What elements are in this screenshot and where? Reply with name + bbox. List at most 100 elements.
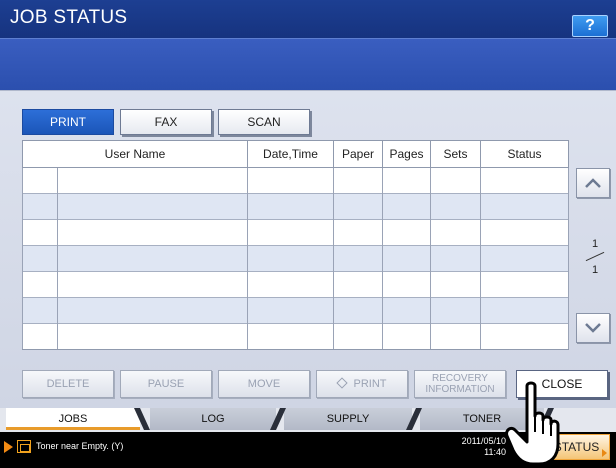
tab-supply-label: SUPPLY bbox=[326, 413, 370, 425]
tab-divider bbox=[270, 408, 286, 430]
status-bar: Toner near Empty. (Y) 2011/05/10 11:40 S… bbox=[0, 432, 616, 468]
tab-print-label: PRINT bbox=[50, 115, 86, 129]
toner-icon bbox=[17, 440, 31, 453]
table-cell bbox=[247, 167, 334, 194]
table-cell bbox=[57, 271, 248, 298]
column-header-sets[interactable]: Sets bbox=[430, 140, 481, 168]
scroll-down-button[interactable] bbox=[576, 313, 610, 343]
table-cell bbox=[57, 167, 248, 194]
column-header-status[interactable]: Status bbox=[480, 140, 569, 168]
close-button[interactable]: CLOSE bbox=[516, 370, 608, 398]
clock-time: 11:40 bbox=[484, 447, 506, 457]
bottom-tab-bar: JOBS LOG SUPPLY TONER bbox=[0, 408, 616, 432]
column-header-user-name[interactable]: User Name bbox=[22, 140, 248, 168]
table-cell bbox=[333, 167, 383, 194]
table-cell bbox=[57, 193, 248, 220]
table-cell bbox=[57, 297, 248, 324]
print-button-label: PRINT bbox=[353, 378, 387, 390]
table-cell bbox=[480, 219, 569, 246]
table-row[interactable] bbox=[22, 297, 569, 324]
message-bar bbox=[0, 38, 616, 90]
table-cell bbox=[480, 297, 569, 324]
current-page: 1 bbox=[591, 238, 599, 250]
recovery-label-line2: INFORMATION bbox=[425, 384, 495, 395]
table-cell bbox=[480, 245, 569, 272]
table-cell bbox=[247, 271, 334, 298]
table-cell bbox=[480, 323, 569, 350]
tab-fax-label: FAX bbox=[154, 115, 178, 129]
table-row[interactable] bbox=[22, 271, 569, 298]
tab-scan-label: SCAN bbox=[247, 115, 281, 129]
recovery-label-line1: RECOVERY bbox=[432, 373, 488, 384]
tab-divider bbox=[134, 408, 150, 430]
chevron-down-icon bbox=[585, 323, 601, 333]
table-cell bbox=[430, 245, 481, 272]
table-cell bbox=[247, 323, 334, 350]
table-cell bbox=[382, 193, 431, 220]
table-cell bbox=[22, 219, 58, 246]
move-button[interactable]: MOVE bbox=[218, 370, 310, 398]
table-cell bbox=[430, 323, 481, 350]
table-cell bbox=[382, 167, 431, 194]
table-cell bbox=[480, 271, 569, 298]
table-cell bbox=[430, 271, 481, 298]
tab-jobs[interactable]: JOBS bbox=[6, 408, 140, 430]
diamond-icon bbox=[335, 377, 348, 389]
tab-supply[interactable]: SUPPLY bbox=[284, 408, 412, 430]
table-row[interactable] bbox=[22, 219, 569, 246]
delete-button[interactable]: DELETE bbox=[22, 370, 114, 398]
table-row[interactable] bbox=[22, 245, 569, 272]
tab-fax[interactable]: FAX bbox=[120, 109, 212, 135]
column-header-pages[interactable]: Pages bbox=[382, 140, 431, 168]
tab-print[interactable]: PRINT bbox=[22, 109, 114, 135]
table-cell bbox=[247, 219, 334, 246]
job-table: User Name Date,Time Paper Pages Sets Sta… bbox=[22, 140, 569, 350]
status-button[interactable]: STATUS bbox=[543, 434, 610, 460]
print-button[interactable]: PRINT bbox=[316, 370, 408, 398]
total-pages: 1 bbox=[591, 264, 599, 276]
chevron-up-icon bbox=[585, 178, 601, 188]
tab-toner-label: TONER bbox=[462, 413, 502, 425]
table-cell bbox=[333, 323, 383, 350]
tab-divider bbox=[538, 408, 554, 430]
recovery-information-button[interactable]: RECOVERY INFORMATION bbox=[414, 370, 506, 398]
table-cell bbox=[247, 297, 334, 324]
table-header-row: User Name Date,Time Paper Pages Sets Sta… bbox=[22, 140, 569, 168]
table-row[interactable] bbox=[22, 193, 569, 220]
column-header-date-time[interactable]: Date,Time bbox=[247, 140, 334, 168]
table-cell bbox=[333, 297, 383, 324]
status-arrow-icon bbox=[602, 449, 607, 457]
table-cell bbox=[480, 193, 569, 220]
help-button[interactable]: ? bbox=[572, 15, 608, 37]
tab-log-label: LOG bbox=[201, 413, 225, 425]
table-cell bbox=[57, 219, 248, 246]
table-cell bbox=[333, 271, 383, 298]
tab-toner[interactable]: TONER bbox=[420, 408, 544, 430]
table-cell bbox=[22, 245, 58, 272]
clock-date: 2011/05/10 bbox=[461, 436, 506, 446]
column-header-paper[interactable]: Paper bbox=[333, 140, 383, 168]
table-cell bbox=[382, 297, 431, 324]
pause-button[interactable]: PAUSE bbox=[120, 370, 212, 398]
table-cell bbox=[480, 167, 569, 194]
status-message: Toner near Empty. (Y) bbox=[36, 441, 124, 451]
title-bar: JOB STATUS ? bbox=[0, 0, 616, 38]
table-cell bbox=[333, 193, 383, 220]
tab-jobs-label: JOBS bbox=[58, 413, 88, 425]
table-cell bbox=[430, 219, 481, 246]
scroll-up-button[interactable] bbox=[576, 168, 610, 198]
table-cell bbox=[430, 297, 481, 324]
tab-divider bbox=[406, 408, 422, 430]
table-row[interactable] bbox=[22, 167, 569, 194]
table-cell bbox=[22, 323, 58, 350]
table-cell bbox=[247, 193, 334, 220]
tab-log[interactable]: LOG bbox=[150, 408, 276, 430]
table-cell bbox=[382, 219, 431, 246]
table-cell bbox=[247, 245, 334, 272]
status-button-label: STATUS bbox=[553, 440, 600, 454]
table-row[interactable] bbox=[22, 323, 569, 350]
tab-scan[interactable]: SCAN bbox=[218, 109, 310, 135]
table-cell bbox=[57, 245, 248, 272]
table-cell bbox=[22, 271, 58, 298]
table-cell bbox=[22, 167, 58, 194]
